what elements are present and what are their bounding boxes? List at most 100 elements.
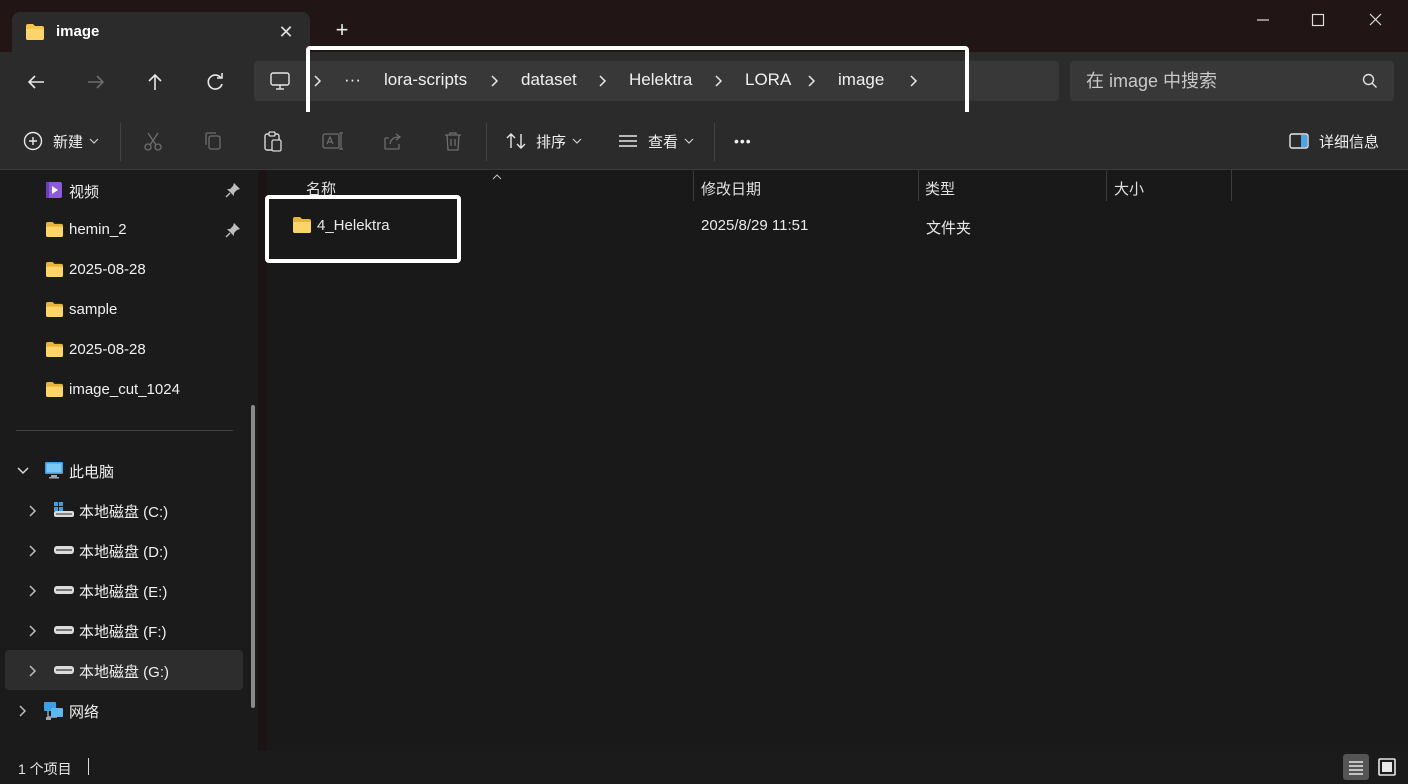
folder-icon (45, 381, 64, 402)
sidebar-scrollbar[interactable] (251, 405, 255, 708)
cut-icon (144, 132, 162, 151)
chevron-right-icon[interactable] (27, 664, 39, 682)
item-count: 1 个项目 (18, 761, 72, 777)
sidebar-item-label: 2025-08-28 (69, 341, 146, 358)
search-icon[interactable] (1362, 73, 1378, 93)
sidebar-item-label: 网络 (69, 704, 100, 721)
column-separator[interactable] (1231, 170, 1232, 201)
breadcrumb-item-lora-scripts[interactable]: lora-scripts (384, 70, 467, 90)
column-separator[interactable] (918, 170, 919, 201)
sort-label: 排序 (536, 133, 567, 151)
navigation-bar: ··· lora-scripts dataset Helektra LORA i… (0, 52, 1408, 112)
tab-image[interactable]: image ✕ (12, 12, 310, 54)
new-tab-button[interactable]: + (330, 18, 354, 42)
file-name: 4_Helektra (317, 217, 390, 234)
more-options-button[interactable]: ••• (734, 128, 752, 154)
refresh-button[interactable] (199, 66, 231, 98)
command-toolbar: 新建 排序 查看 ••• 详细信息 (0, 112, 1408, 170)
sidebar-item-drive-g[interactable]: 本地磁盘 (G:) (5, 650, 243, 690)
chevron-right-icon[interactable] (27, 544, 39, 562)
drive-icon (53, 661, 75, 683)
tiles-view-button[interactable] (1374, 754, 1400, 780)
chevron-right-icon[interactable] (595, 73, 609, 89)
table-row[interactable]: 4_Helektra 2025/8/29 11:51 文件夹 (267, 206, 1408, 246)
rename-button[interactable] (321, 128, 345, 154)
column-header-modified[interactable]: 修改日期 (701, 178, 761, 199)
sidebar-item-hemin-2[interactable]: hemin_2 (5, 210, 243, 250)
add-circle-icon (23, 131, 43, 151)
sidebar-item-drive-f[interactable]: 本地磁盘 (F:) (5, 610, 243, 650)
pin-icon (225, 222, 241, 242)
close-button[interactable] (1352, 6, 1398, 34)
chevron-right-icon[interactable] (906, 73, 920, 89)
view-button[interactable]: 查看 (617, 128, 696, 154)
chevron-right-icon[interactable] (27, 584, 39, 602)
chevron-down-icon[interactable] (16, 464, 30, 481)
this-pc-icon (44, 461, 64, 483)
details-pane-button[interactable]: 详细信息 (1288, 128, 1379, 154)
videos-icon (45, 181, 63, 203)
sidebar-item-drive-d[interactable]: 本地磁盘 (D:) (5, 530, 243, 570)
breadcrumb-item-lora[interactable]: LORA (745, 70, 791, 90)
new-button[interactable]: 新建 (22, 128, 101, 154)
column-header-type[interactable]: 类型 (925, 178, 955, 199)
column-header-size[interactable]: 大小 (1114, 178, 1144, 199)
trash-icon (445, 132, 461, 151)
column-separator[interactable] (1106, 170, 1107, 201)
tab-close-icon[interactable]: ✕ (274, 20, 298, 44)
sidebar-item-network[interactable]: 网络 (5, 690, 243, 730)
sidebar-item-2025-08-28[interactable]: 2025-08-28 (5, 250, 243, 290)
breadcrumb-overflow[interactable]: ··· (344, 70, 361, 90)
sidebar-item-drive-e[interactable]: 本地磁盘 (E:) (5, 570, 243, 610)
delete-button[interactable] (441, 128, 465, 154)
details-pane-icon (1289, 133, 1309, 149)
chevron-right-icon[interactable] (27, 624, 39, 642)
search-input[interactable] (1086, 70, 1346, 92)
chevron-right-icon[interactable] (310, 73, 324, 89)
paste-button[interactable] (261, 128, 285, 154)
cut-button[interactable] (141, 128, 165, 154)
sort-button[interactable]: 排序 (505, 128, 584, 154)
folder-icon (45, 341, 64, 362)
folder-icon (292, 216, 312, 238)
sidebar-item-label: 此电脑 (69, 464, 115, 481)
chevron-right-icon[interactable] (711, 73, 725, 89)
column-header-name[interactable]: 名称 (306, 178, 336, 199)
sidebar-item-drive-c[interactable]: 本地磁盘 (C:) (5, 490, 243, 530)
forward-button[interactable] (80, 66, 112, 98)
sidebar-item-image-cut-1024[interactable]: image_cut_1024 (5, 370, 243, 410)
tiles-view-icon (1378, 758, 1396, 776)
navigation-pane: 视频 hemin_2 2025-08-28 sample 2025-08-28 … (0, 170, 258, 751)
chevron-right-icon[interactable] (487, 73, 501, 89)
title-bar: image ✕ + (0, 0, 1408, 54)
up-button[interactable] (139, 66, 171, 98)
sidebar-item-label: 本地磁盘 (F:) (79, 624, 167, 641)
sidebar-item-videos[interactable]: 视频 (5, 170, 243, 210)
chevron-down-icon (572, 138, 582, 144)
sort-ascending-icon (492, 168, 502, 185)
sidebar-item-2025-08-28[interactable]: 2025-08-28 (5, 330, 243, 370)
breadcrumb-item-helektra[interactable]: Helektra (629, 70, 692, 90)
toolbar-divider (486, 123, 487, 161)
minimize-button[interactable] (1240, 6, 1286, 34)
sidebar-item-this-pc[interactable]: 此电脑 (5, 450, 243, 490)
chevron-right-icon[interactable] (17, 704, 29, 722)
sidebar-item-sample[interactable]: sample (5, 290, 243, 330)
back-button[interactable] (20, 66, 52, 98)
file-list: 名称 修改日期 类型 大小 4_Helektra 2025/8/29 11:51… (267, 170, 1408, 751)
details-view-button[interactable] (1343, 754, 1369, 780)
column-separator[interactable] (693, 170, 694, 201)
sidebar-item-label: 本地磁盘 (C:) (79, 504, 169, 521)
maximize-button[interactable] (1295, 6, 1341, 34)
breadcrumb-item-image[interactable]: image (838, 70, 884, 90)
search-box[interactable] (1070, 61, 1394, 101)
sidebar-item-label: hemin_2 (69, 221, 127, 238)
chevron-right-icon[interactable] (804, 73, 818, 89)
chevron-right-icon[interactable] (27, 504, 39, 522)
copy-button[interactable] (201, 128, 225, 154)
share-button[interactable] (381, 128, 405, 154)
breadcrumb-item-dataset[interactable]: dataset (521, 70, 577, 90)
system-drive-icon (53, 501, 75, 523)
status-divider (88, 758, 89, 775)
address-bar[interactable]: ··· lora-scripts dataset Helektra LORA i… (254, 61, 1059, 101)
